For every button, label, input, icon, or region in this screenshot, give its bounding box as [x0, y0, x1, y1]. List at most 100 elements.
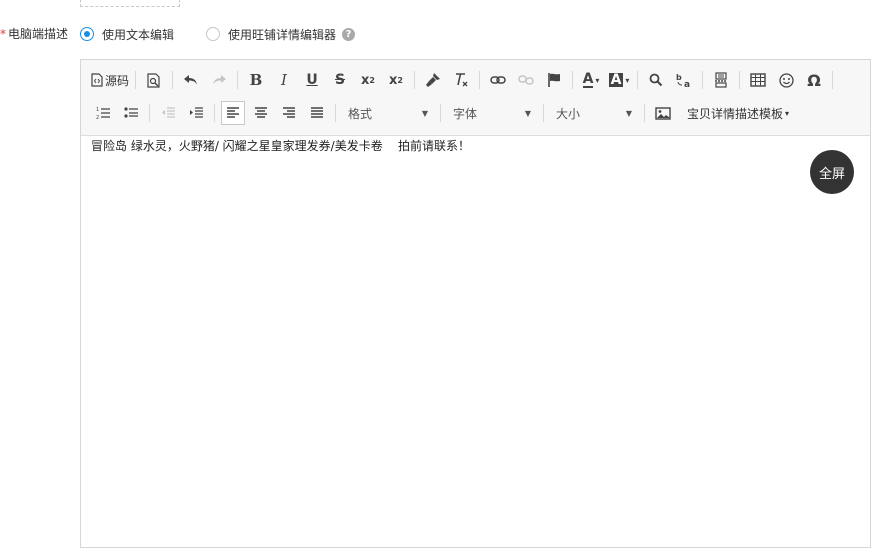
format-painter-button[interactable]: [421, 68, 445, 92]
font-size-select-label: 大小: [556, 106, 581, 121]
source-button[interactable]: 源码: [91, 68, 129, 92]
font-size-select[interactable]: 大小 ▼: [550, 102, 638, 124]
subscript-x: x: [361, 72, 370, 88]
pc-description-label: * 电脑端描述: [0, 25, 70, 42]
description-template-menu[interactable]: 宝贝详情描述模板 ▾: [687, 102, 789, 124]
clear-format-button[interactable]: [449, 68, 473, 92]
redo-icon: [213, 75, 227, 85]
separator: [149, 104, 150, 122]
outdent-button[interactable]: [156, 101, 180, 125]
editor-mode-options: 使用文本编辑 使用旺铺详情编辑器 ?: [80, 24, 356, 44]
page-break-button[interactable]: [709, 68, 733, 92]
bg-color-icon: A: [608, 72, 624, 88]
superscript-button[interactable]: x2: [384, 68, 408, 92]
editor-toolbar: 源码 B I U S x2 x2 A ▾ A ▾ b a Ω 1 2 格式 ▼ …: [81, 60, 870, 136]
undo-icon: [184, 75, 198, 85]
chevron-down-icon: ▾: [595, 75, 600, 85]
font-color-icon: A: [582, 71, 594, 88]
find-button[interactable]: [644, 68, 668, 92]
superscript-small: 2: [397, 75, 403, 85]
link-button[interactable]: [486, 68, 510, 92]
ordered-list-button[interactable]: 12: [91, 101, 115, 125]
unlink-icon: [518, 75, 534, 85]
field-label-text: 电脑端描述: [8, 27, 69, 41]
table-icon: [750, 73, 766, 87]
align-right-button[interactable]: [277, 101, 301, 125]
chevron-down-icon: ▼: [421, 108, 428, 118]
indent-icon: [190, 107, 203, 118]
subscript-button[interactable]: x2: [356, 68, 380, 92]
align-center-button[interactable]: [249, 101, 273, 125]
justify-icon: [311, 107, 323, 118]
separator: [644, 104, 645, 122]
radio-wangpu-editor[interactable]: [206, 27, 221, 41]
fullscreen-button[interactable]: 全屏: [810, 150, 854, 194]
separator: [739, 71, 741, 89]
image-button[interactable]: [651, 101, 675, 125]
radio-text-editor[interactable]: [80, 27, 94, 41]
font-color-button[interactable]: A ▾: [579, 68, 603, 92]
bold-button[interactable]: B: [244, 68, 268, 92]
radio-text-editor-label[interactable]: 使用文本编辑: [102, 26, 174, 43]
chevron-down-icon: ▼: [625, 108, 632, 118]
preview-button[interactable]: [142, 68, 166, 92]
justify-button[interactable]: [305, 101, 329, 125]
special-char-button[interactable]: Ω: [802, 68, 826, 92]
underline-button[interactable]: U: [300, 68, 324, 92]
separator: [172, 71, 174, 89]
separator: [637, 71, 639, 89]
strikethrough-button[interactable]: S: [328, 68, 352, 92]
align-left-button[interactable]: [221, 101, 245, 125]
flag-icon: [548, 73, 561, 87]
superscript-x: x: [389, 72, 398, 88]
separator: [214, 104, 215, 122]
chevron-down-icon: ▾: [625, 75, 630, 85]
separator: [572, 71, 574, 89]
redo-button[interactable]: [207, 68, 231, 92]
bullet-list-button[interactable]: [119, 101, 143, 125]
separator: [237, 71, 239, 89]
clear-format-icon: [456, 73, 468, 87]
link-icon: [490, 76, 506, 84]
help-icon[interactable]: ?: [342, 27, 356, 41]
indent-button[interactable]: [184, 101, 208, 125]
svg-text:1: 1: [96, 107, 99, 113]
separator: [479, 71, 481, 89]
undo-button[interactable]: [179, 68, 203, 92]
ordered-list-icon: 12: [96, 107, 110, 120]
separator: [543, 104, 544, 122]
separator: [335, 104, 336, 122]
svg-text:2: 2: [96, 115, 99, 120]
font-family-select[interactable]: 字体 ▼: [447, 102, 537, 124]
chevron-down-icon: ▼: [524, 108, 531, 118]
chevron-down-icon: ▾: [785, 108, 790, 118]
radio-wangpu-editor-label[interactable]: 使用旺铺详情编辑器: [228, 26, 336, 43]
font-family-select-label: 字体: [453, 106, 478, 121]
separator: [414, 71, 416, 89]
search-icon: [649, 73, 663, 87]
upload-area-edge: [80, 0, 180, 7]
smiley-icon: [778, 72, 794, 88]
separator: [702, 71, 704, 89]
bullet-list-icon: [124, 107, 138, 118]
brush-icon: [426, 73, 441, 87]
anchor-button[interactable]: [542, 68, 566, 92]
table-button[interactable]: [746, 68, 770, 92]
format-select-label: 格式: [348, 106, 373, 121]
replace-button[interactable]: ba: [672, 68, 696, 92]
image-icon: [655, 106, 671, 120]
preview-icon: [147, 72, 160, 88]
svg-text:a: a: [684, 80, 690, 88]
editor-content[interactable]: 冒险岛 绿水灵，火野猪/ 闪耀之星皇家理发券/美发卡卷 拍前请联系！: [91, 137, 470, 154]
svg-text:b: b: [676, 73, 682, 82]
italic-button[interactable]: I: [272, 68, 296, 92]
template-label: 宝贝详情描述模板: [687, 106, 784, 121]
emoji-button[interactable]: [774, 68, 798, 92]
unlink-button[interactable]: [514, 68, 538, 92]
bg-color-button[interactable]: A ▾: [607, 68, 631, 92]
toolbar-row-2: 12 格式 ▼ 字体 ▼ 大小 ▼ 宝贝详情描述模板 ▾: [91, 100, 789, 126]
toolbar-row-1: 源码 B I U S x2 x2 A ▾ A ▾ b a Ω: [91, 67, 839, 93]
format-select[interactable]: 格式 ▼: [342, 102, 434, 124]
source-label: 源码: [105, 73, 130, 88]
replace-icon: ba: [676, 73, 690, 88]
